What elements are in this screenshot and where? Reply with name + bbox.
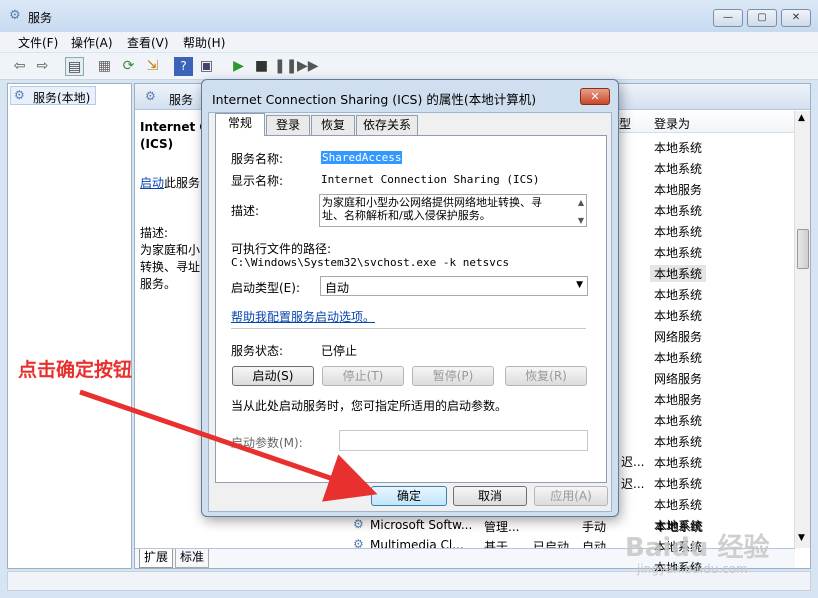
watermark-url: jingyan.baidu.com	[637, 562, 748, 576]
arrow-shaft	[79, 389, 378, 502]
annotation-arrow	[79, 389, 378, 502]
tab-general[interactable]: 常规	[215, 113, 265, 136]
watermark-logo: Baidu 经验	[625, 533, 770, 563]
